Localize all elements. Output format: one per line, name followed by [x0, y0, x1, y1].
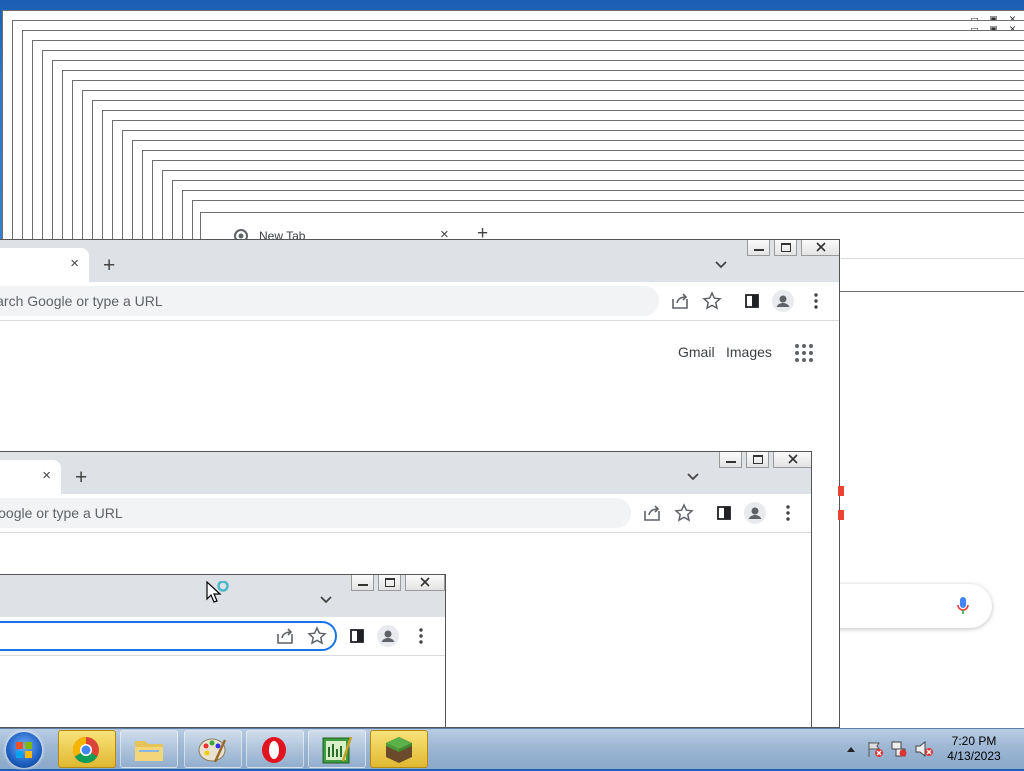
- volume-muted-icon[interactable]: [914, 740, 934, 758]
- background-tab[interactable]: New Tab ×: [221, 220, 461, 243]
- images-link[interactable]: Images: [726, 344, 772, 360]
- close-button[interactable]: [405, 575, 445, 591]
- bookmark-star-icon[interactable]: [701, 290, 723, 312]
- profile-avatar[interactable]: [772, 290, 794, 312]
- taskbar-chart-app-button[interactable]: [308, 730, 366, 768]
- taskbar-chrome-button[interactable]: [58, 730, 116, 768]
- toolbar: Search Google or type a URL: [0, 494, 811, 533]
- side-panel-icon[interactable]: [741, 290, 763, 312]
- menu-dots-icon[interactable]: [410, 625, 432, 647]
- mouse-cursor-icon: [206, 581, 229, 603]
- menu-dots-icon[interactable]: [805, 290, 827, 312]
- toolbar: Search Google or type a URL: [0, 282, 839, 321]
- taskbar: 7:20 PM 4/13/2023: [0, 728, 1024, 769]
- tab-close-button[interactable]: ×: [42, 467, 51, 484]
- menu-dots-icon[interactable]: [777, 502, 799, 524]
- chart-editor-icon: [322, 736, 353, 764]
- clock-date: 4/13/2023: [947, 749, 1001, 763]
- chevron-down-icon[interactable]: [317, 591, 335, 609]
- google-apps-icon[interactable]: [795, 344, 813, 362]
- new-tab-button[interactable]: +: [103, 255, 115, 276]
- taskbar-explorer-button[interactable]: [120, 730, 178, 768]
- side-panel-icon[interactable]: [713, 502, 735, 524]
- tab-strip: × +: [0, 240, 839, 282]
- window-controls: [715, 452, 811, 468]
- side-panel-icon[interactable]: [346, 625, 368, 647]
- bookmark-star-icon[interactable]: [673, 502, 695, 524]
- share-icon[interactable]: [641, 502, 663, 524]
- minimize-button[interactable]: [351, 575, 374, 591]
- profile-avatar[interactable]: [744, 502, 766, 524]
- start-button[interactable]: [6, 732, 42, 768]
- minimize-button[interactable]: [719, 452, 742, 468]
- share-icon[interactable]: [669, 290, 691, 312]
- toolbar: [0, 617, 445, 656]
- show-hidden-icons-icon[interactable]: [846, 745, 856, 753]
- close-button[interactable]: [801, 240, 839, 256]
- paint-palette-icon: [198, 738, 227, 763]
- network-icon[interactable]: [890, 740, 908, 758]
- profile-avatar[interactable]: [377, 625, 399, 647]
- folder-icon: [135, 741, 163, 761]
- taskbar-paint-button[interactable]: [184, 730, 242, 768]
- window-controls: [743, 240, 839, 256]
- system-clock[interactable]: 7:20 PM 4/13/2023: [940, 734, 1008, 764]
- active-tab[interactable]: ×: [0, 248, 89, 282]
- active-tab[interactable]: ×: [0, 460, 61, 494]
- clock-time: 7:20 PM: [951, 734, 997, 748]
- google-logo-fragment: [838, 486, 844, 520]
- background-toolbar: [841, 258, 1024, 291]
- bookmark-star-icon[interactable]: [306, 625, 328, 647]
- chevron-down-icon[interactable]: [712, 256, 730, 274]
- chevron-down-icon[interactable]: [684, 468, 702, 486]
- maximize-button[interactable]: [746, 452, 769, 468]
- minimize-button[interactable]: [747, 240, 770, 256]
- gmail-link[interactable]: Gmail: [678, 344, 715, 360]
- opera-icon: [262, 737, 286, 763]
- windows-logo-icon: [16, 742, 32, 758]
- new-tab-button[interactable]: +: [75, 467, 87, 488]
- background-search-box[interactable]: [830, 584, 992, 628]
- taskbar-opera-button[interactable]: [246, 730, 304, 768]
- chrome-icon: [72, 736, 99, 764]
- action-center-flag-icon[interactable]: [866, 740, 884, 758]
- microphone-icon[interactable]: [956, 596, 970, 616]
- omnibox-placeholder: Search Google or type a URL: [0, 293, 163, 309]
- taskbar-minecraft-button[interactable]: [370, 730, 428, 768]
- omnibox-placeholder: Search Google or type a URL: [0, 505, 123, 521]
- share-icon[interactable]: [274, 625, 296, 647]
- omnibox[interactable]: Search Google or type a URL: [0, 286, 659, 316]
- omnibox[interactable]: Search Google or type a URL: [0, 498, 631, 528]
- grass-block-icon: [386, 737, 412, 763]
- tab-close-button[interactable]: ×: [70, 255, 79, 272]
- tab-strip: × +: [0, 452, 811, 494]
- close-button[interactable]: [773, 452, 811, 468]
- maximize-button[interactable]: [378, 575, 401, 591]
- window-controls: [347, 575, 445, 591]
- maximize-button[interactable]: [774, 240, 797, 256]
